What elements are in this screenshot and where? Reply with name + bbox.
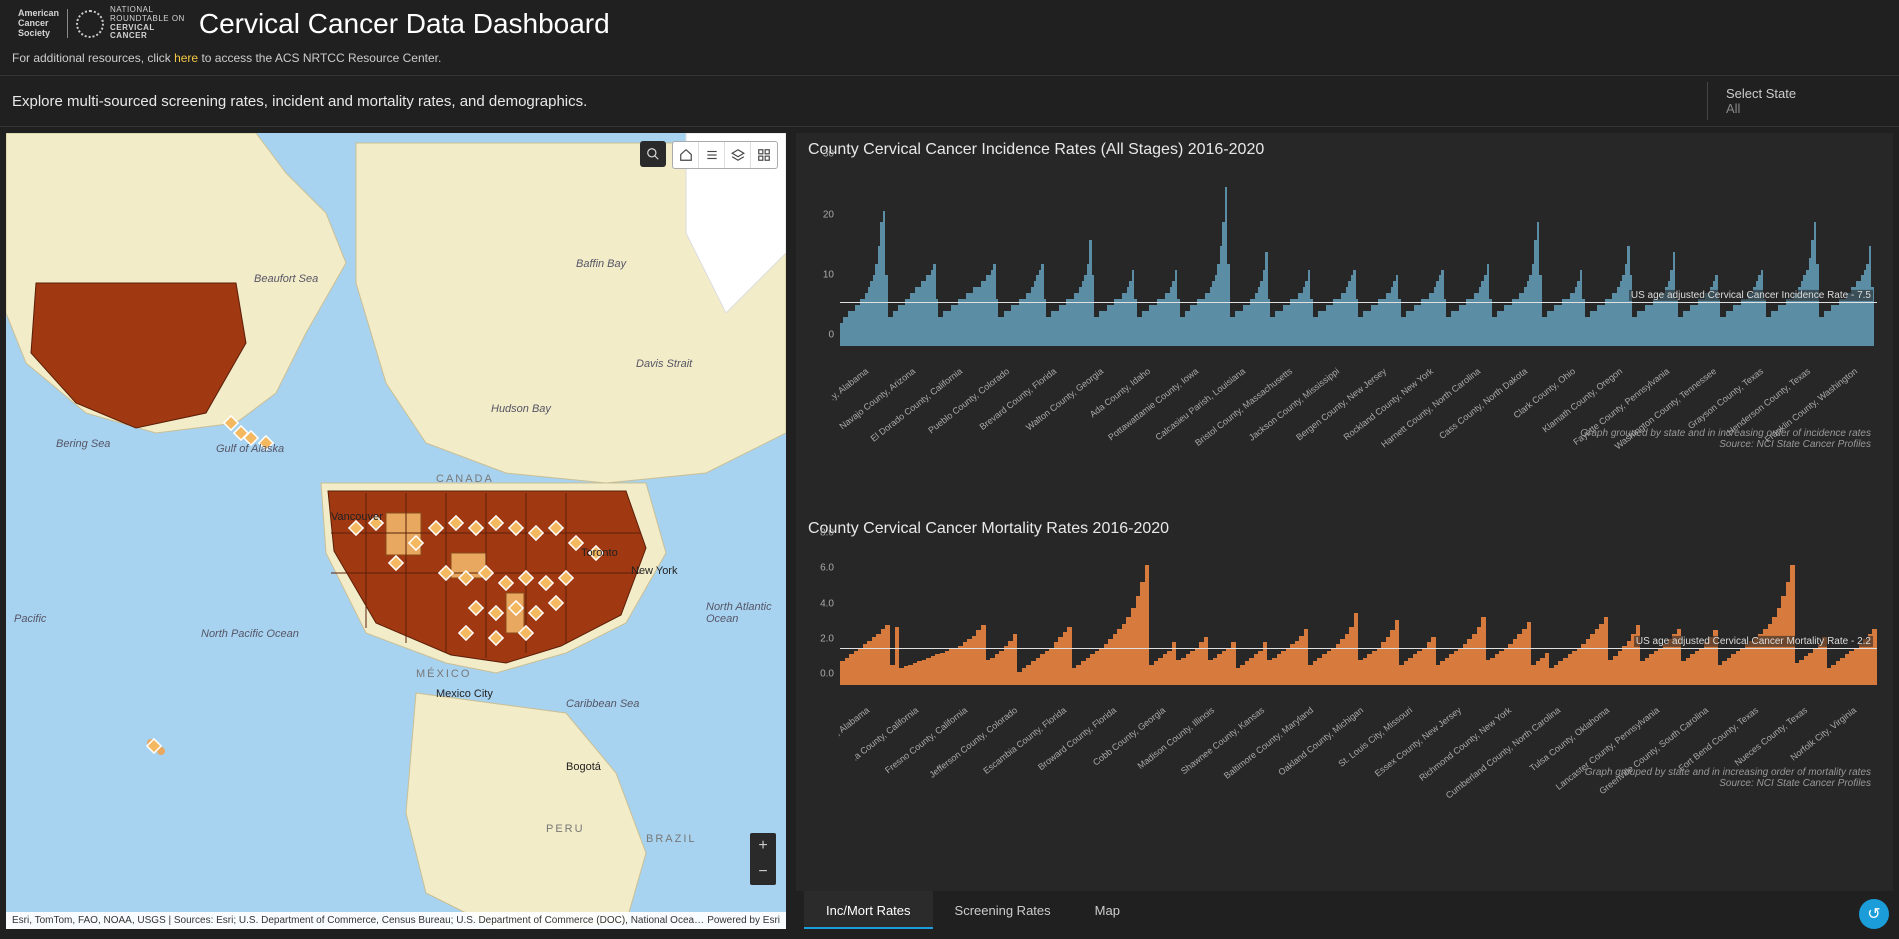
filter-row: Explore multi-sourced screening rates, i…	[0, 75, 1899, 127]
incidence-ref-label: US age adjusted Cervical Cancer Incidenc…	[1629, 290, 1873, 301]
incidence-source: Source: NCI State Cancer Profiles	[808, 439, 1871, 450]
map-canvas[interactable]	[6, 133, 786, 929]
map-legend-button[interactable]	[699, 142, 725, 168]
dashboard-title: Cervical Cancer Data Dashboard	[199, 8, 610, 40]
mortality-y-axis: 0.02.04.06.08.0	[808, 544, 836, 685]
map-home-button[interactable]	[673, 142, 699, 168]
logo-acs: American Cancer Society	[10, 9, 68, 39]
zoom-out-button[interactable]: −	[750, 859, 776, 885]
incidence-ref-line	[840, 302, 1877, 303]
incidence-x-labels: .y, AlabamaNavajo County, ArizonaEl Dora…	[840, 360, 1877, 438]
attribution-powered[interactable]: Powered by Esri	[707, 915, 780, 926]
mortality-ref-line	[840, 648, 1877, 649]
mortality-ref-label: US age adjusted Cervical Cancer Mortalit…	[1634, 635, 1873, 646]
mortality-source: Source: NCI State Cancer Profiles	[808, 778, 1871, 789]
nrtcc-circle-icon	[76, 10, 104, 38]
mortality-plot[interactable]: US age adjusted Cervical Cancer Mortalit…	[840, 548, 1877, 685]
map-layers-button[interactable]	[725, 142, 751, 168]
incidence-chart: County Cervical Cancer Incidence Rates (…	[796, 133, 1893, 512]
zoom-in-button[interactable]: +	[750, 833, 776, 859]
select-state-dropdown[interactable]: Select State All	[1707, 82, 1887, 120]
explore-text: Explore multi-sourced screening rates, i…	[12, 93, 587, 110]
mortality-chart: County Cervical Cancer Mortality Rates 2…	[796, 512, 1893, 891]
map-zoom: + −	[750, 833, 776, 885]
incidence-title: County Cervical Cancer Incidence Rates (…	[808, 141, 1881, 159]
tab-map[interactable]: Map	[1073, 891, 1142, 929]
select-state-label: Select State	[1726, 86, 1869, 101]
map-search-button[interactable]	[640, 141, 666, 167]
logo-nrtcc: NATIONAL ROUNDTABLE ON CERVICAL CANCER	[76, 6, 185, 41]
tab-screening[interactable]: Screening Rates	[933, 891, 1073, 929]
header: American Cancer Society NATIONAL ROUNDTA…	[0, 0, 1899, 47]
select-state-value: All	[1726, 101, 1869, 116]
map-panel[interactable]: Bering Sea Gulf of Alaska Beaufort Sea B…	[6, 133, 786, 929]
mortality-title: County Cervical Cancer Mortality Rates 2…	[808, 520, 1881, 538]
attribution-sources: Esri, TomTom, FAO, NOAA, USGS | Sources:…	[12, 915, 704, 926]
charts-panel: County Cervical Cancer Incidence Rates (…	[796, 133, 1893, 929]
tab-inc-mort[interactable]: Inc/Mort Rates	[804, 891, 933, 929]
map-attribution: Esri, TomTom, FAO, NOAA, USGS | Sources:…	[6, 912, 786, 929]
mortality-x-labels: , Alabama.a County, CaliforniaFresno Cou…	[840, 699, 1877, 777]
map-toolbar	[640, 141, 778, 169]
map-basemap-button[interactable]	[751, 142, 777, 168]
incidence-plot[interactable]: US age adjusted Cervical Cancer Incidenc…	[840, 169, 1877, 346]
resource-link[interactable]: here	[174, 51, 198, 65]
chart-tabs: Inc/Mort Rates Screening Rates Map	[796, 891, 1893, 929]
resource-line: For additional resources, click here to …	[0, 47, 1899, 75]
incidence-y-axis: 0102030	[808, 165, 836, 346]
reset-button[interactable]: ↺	[1859, 899, 1889, 929]
